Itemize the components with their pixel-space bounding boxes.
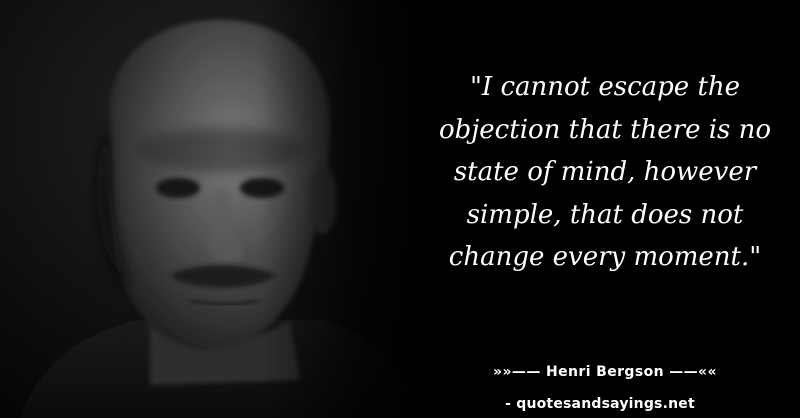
quote-line: change every moment.": [448, 242, 762, 272]
website-credit: - quotesandsayings.net: [505, 396, 695, 412]
quote-line: objection that there is no: [438, 114, 772, 145]
quote-card: "I cannot escape the objection that ther…: [0, 0, 800, 418]
author-attribution: »»—— Henri Bergson ——««: [493, 364, 717, 380]
quote-line: "I cannot escape the: [469, 72, 741, 102]
quote-line: state of mind, however: [453, 157, 757, 187]
quote-line: simple, that does not: [466, 199, 744, 230]
man-portrait-image: [0, 0, 460, 418]
quote-text: "I cannot escape the objection that ther…: [405, 66, 800, 279]
